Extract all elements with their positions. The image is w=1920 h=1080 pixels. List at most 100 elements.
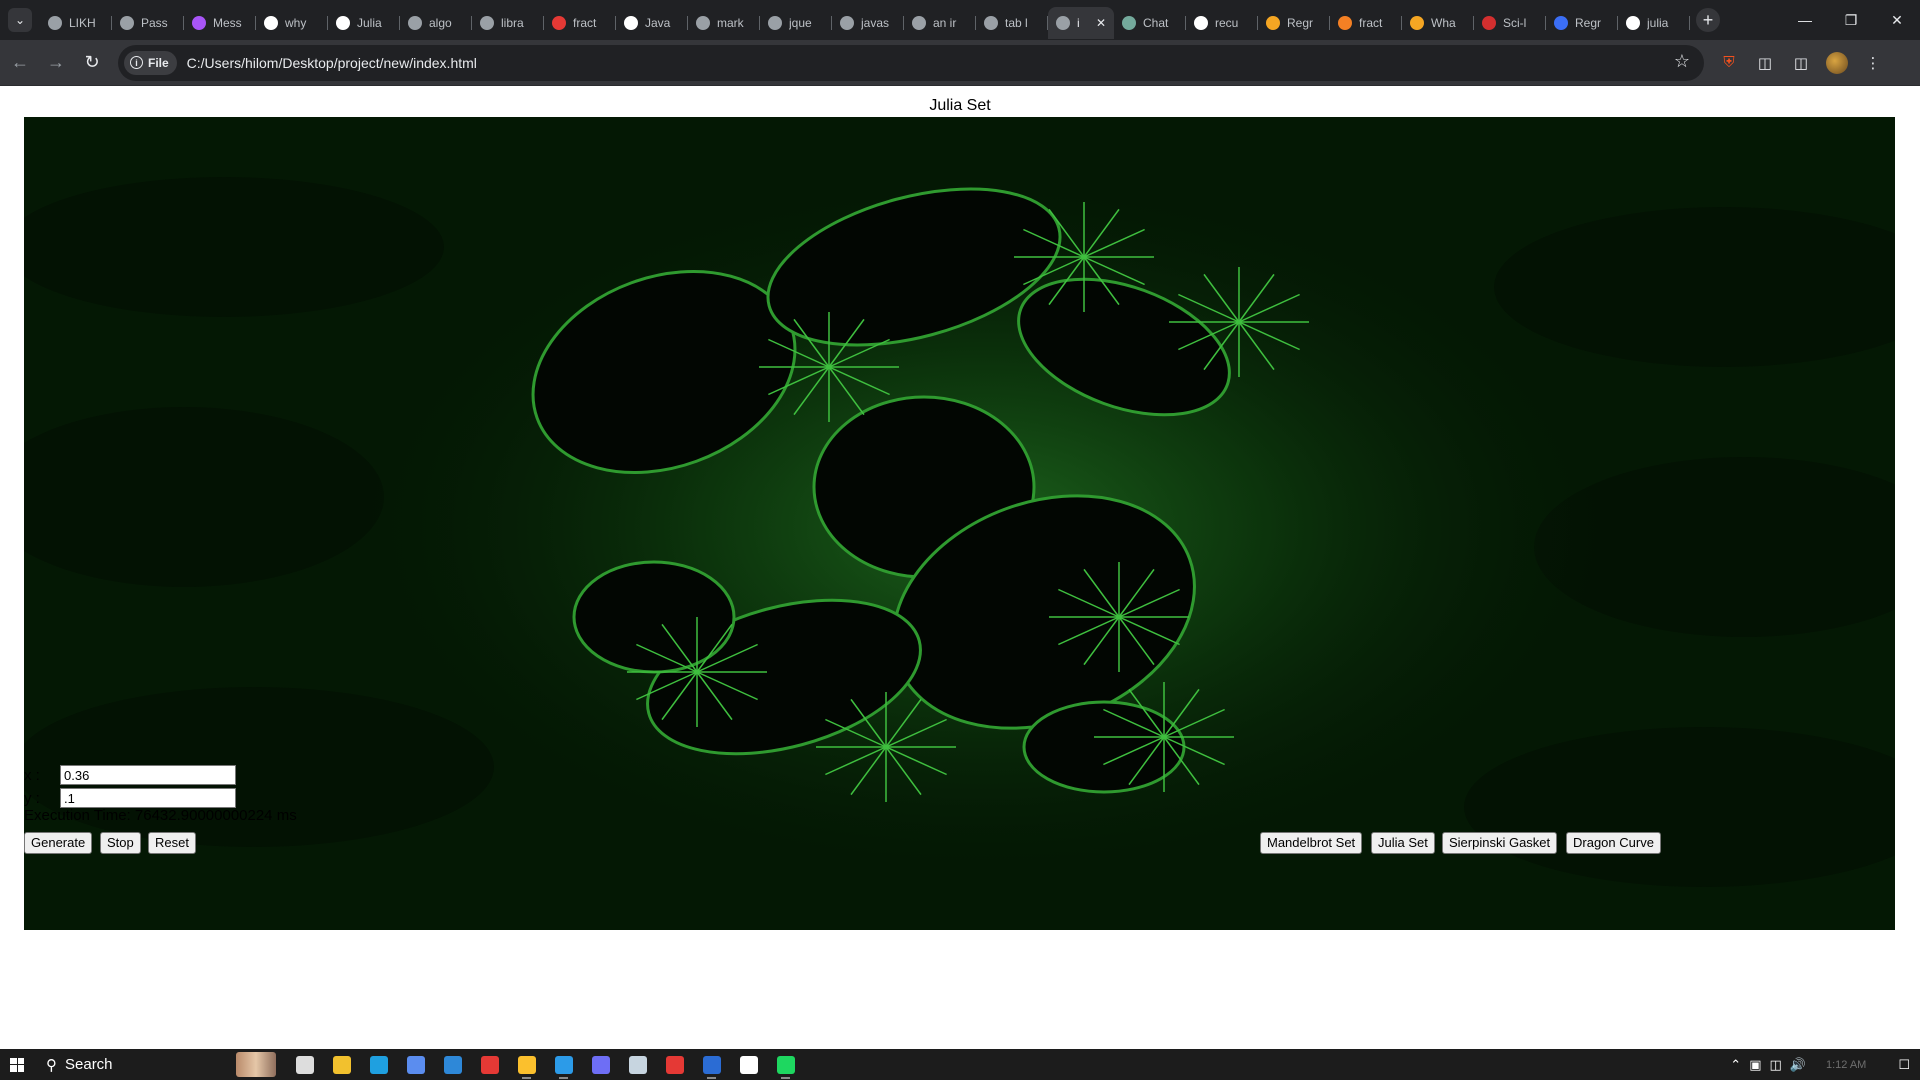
tab-title: recu [1215,16,1239,30]
mandelbrot-button[interactable]: Mandelbrot Set [1260,832,1363,854]
media-icon-glyph [591,1055,610,1074]
new-tab-button[interactable]: + [1696,8,1720,32]
site-info-label: File [148,55,169,70]
browser-tab[interactable]: libra [472,7,544,39]
file-explorer-icon-glyph [332,1055,351,1074]
app-red-icon[interactable] [656,1049,693,1080]
browser-tab[interactable]: Julia [328,7,400,39]
browser-tab[interactable]: Wha [1402,7,1474,39]
browser-tab[interactable]: fract [1330,7,1402,39]
bookmark-star-icon[interactable]: ☆ [1674,51,1690,72]
store-icon[interactable] [397,1049,434,1080]
chevron-up-icon[interactable]: ⌃ [1730,1057,1741,1073]
browser-tab[interactable]: i ✕ [1048,7,1114,39]
generate-button[interactable]: Generate [24,832,93,854]
tab-title: Regr [1287,16,1314,30]
taskbar-search[interactable]: ⚲ Search [34,1049,286,1080]
fractal-canvas[interactable] [24,117,1895,930]
profile-avatar[interactable] [1826,51,1848,74]
browser-tab[interactable]: Regr [1546,7,1618,39]
reset-button[interactable]: Reset [148,832,196,854]
browser-tab[interactable]: Sci-l [1474,7,1546,39]
reload-icon[interactable]: ↻ [76,47,108,79]
steam-icon-glyph [628,1055,647,1074]
settings-icon-glyph [739,1055,758,1074]
vscode-icon[interactable] [545,1049,582,1080]
browser-tab[interactable]: Mess [184,7,256,39]
sierpinski-button[interactable]: Sierpinski Gasket [1442,832,1558,854]
y-label: y : [24,789,40,807]
browser-tab[interactable]: javas [832,7,904,39]
tab-title: LIKH [69,16,96,30]
browser-tab[interactable]: LIKH [40,7,112,39]
notifications-icon[interactable]: ☐ [1898,1057,1910,1073]
browser-tab[interactable]: Chat [1114,7,1186,39]
close-window-icon[interactable]: ✕ [1874,0,1920,40]
browser-tab[interactable]: Java [616,7,688,39]
word-icon[interactable] [693,1049,730,1080]
browser-tab[interactable]: an ir [904,7,976,39]
clock[interactable]: 1:12 AM [1826,1059,1866,1071]
address-bar[interactable]: i File C:/Users/hilom/Desktop/project/ne… [118,44,1704,81]
restore-icon[interactable]: ❐ [1828,0,1874,40]
task-view-icon[interactable] [286,1049,323,1080]
volume-icon[interactable]: 🔊 [1790,1057,1806,1073]
close-tab-icon[interactable]: ✕ [1096,16,1106,30]
browser-tab[interactable]: why [256,7,328,39]
tab-title: an ir [933,16,957,30]
spotify-icon[interactable] [767,1049,804,1080]
stack-icon [1338,16,1352,30]
stop-button[interactable]: Stop [100,832,141,854]
app-red-icon-glyph [665,1055,684,1074]
site-info-chip[interactable]: i File [124,50,177,75]
system-tray: ⌃ ▣ ◫ 🔊 1:12 AM ☐ [1730,1049,1920,1080]
network-icon[interactable]: ◫ [1770,1057,1782,1073]
x-field-row: x : [24,765,236,785]
dragon-button[interactable]: Dragon Curve [1566,832,1661,854]
tab-title: Mess [213,16,242,30]
opera-icon [552,16,566,30]
media-icon[interactable] [582,1049,619,1080]
mail-icon[interactable] [434,1049,471,1080]
tab-title: mark [717,16,744,30]
tab-search-button[interactable]: ⌄ [8,8,32,32]
info-icon: i [130,56,143,69]
tab-title: Regr [1575,16,1602,30]
side-panel-icon[interactable]: ◫ [1790,52,1812,74]
browser-tab[interactable]: Pass [112,7,184,39]
tab-title: i [1077,16,1080,30]
steam-icon[interactable] [619,1049,656,1080]
edge-icon[interactable] [360,1049,397,1080]
start-button[interactable] [0,1049,34,1080]
menu-kebab-icon[interactable]: ⋮ [1862,52,1884,74]
browser-tab[interactable]: jque [760,7,832,39]
browser-tab[interactable]: julia [1618,7,1690,39]
browser-tab[interactable]: mark [688,7,760,39]
globe-icon [1056,16,1070,30]
tab-title: Pass [141,16,168,30]
globe-icon [840,16,854,30]
tab-title: why [285,16,307,30]
back-icon[interactable]: ← [4,47,36,79]
browser-tab[interactable]: tab l [976,7,1048,39]
minimize-icon[interactable]: — [1782,0,1828,40]
browser-tab[interactable]: fract [544,7,616,39]
file-explorer-icon[interactable] [323,1049,360,1080]
word-icon-glyph [702,1055,721,1074]
julia-button[interactable]: Julia Set [1371,832,1435,854]
globe-icon [408,16,422,30]
browser-tab[interactable]: algo [400,7,472,39]
settings-icon[interactable] [730,1049,767,1080]
x-input[interactable] [60,765,236,785]
chrome-icon[interactable] [508,1049,545,1080]
browser-tab[interactable]: Regr [1258,7,1330,39]
url-text[interactable]: C:/Users/hilom/Desktop/project/new/index… [187,55,477,71]
browser-tab[interactable]: recu [1186,7,1258,39]
chatgpt-icon [1122,16,1136,30]
forward-icon[interactable]: → [40,47,72,79]
y-input[interactable] [60,788,236,808]
brave-shield-icon[interactable]: ⛨ [1718,52,1740,74]
device-icon[interactable]: ▣ [1749,1057,1761,1073]
opera-icon[interactable] [471,1049,508,1080]
extensions-icon[interactable]: ◫ [1754,52,1776,74]
